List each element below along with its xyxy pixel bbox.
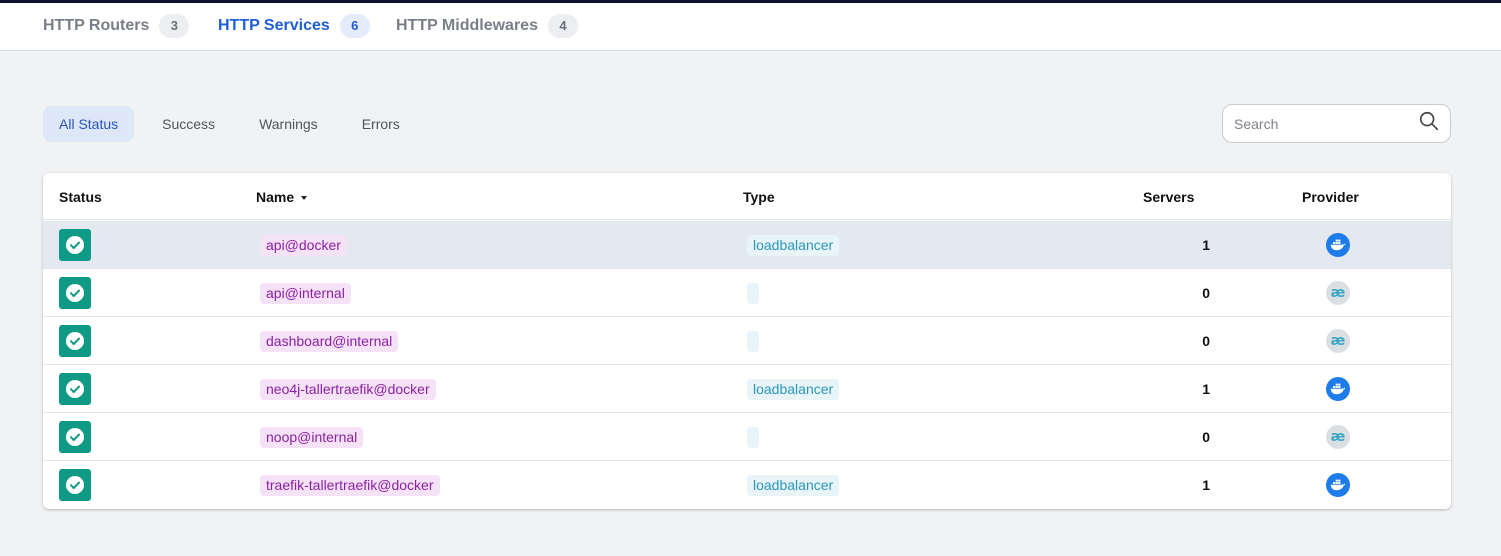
service-name: api@internal <box>260 282 351 304</box>
tab-count-badge: 6 <box>339 13 370 38</box>
table-header: Status Name Type Servers Provider <box>43 173 1451 220</box>
name-cell: api@docker <box>260 221 347 269</box>
type-cell <box>747 413 759 461</box>
internal-provider-icon: æ <box>1326 329 1350 353</box>
services-table: Status Name Type Servers Provider api@do… <box>43 173 1451 509</box>
header-status: Status <box>59 188 102 205</box>
service-type <box>747 426 759 448</box>
type-cell <box>747 269 759 317</box>
service-name: traefik-tallertraefik@docker <box>260 474 440 496</box>
provider-cell <box>1326 365 1350 413</box>
tab-http-services[interactable]: HTTP Services 6 <box>218 3 370 48</box>
table-row[interactable]: api@internal 0 æ <box>43 269 1451 317</box>
servers-count: 1 <box>1202 237 1210 253</box>
success-check-icon <box>59 325 91 357</box>
header-name[interactable]: Name <box>256 173 308 220</box>
table-row[interactable]: dashboard@internal 0 æ <box>43 317 1451 365</box>
docker-icon <box>1326 473 1350 497</box>
filter-errors[interactable]: Errors <box>346 106 416 142</box>
tab-http-routers[interactable]: HTTP Routers 3 <box>43 3 190 48</box>
status-cell <box>59 365 91 413</box>
type-cell: loadbalancer <box>747 461 840 509</box>
status-cell <box>59 317 91 365</box>
header-name-label: Name <box>256 188 295 205</box>
servers-count: 1 <box>1202 477 1210 493</box>
name-cell: api@internal <box>260 269 351 317</box>
service-type: loadbalancer <box>747 234 840 256</box>
success-check-icon <box>59 277 91 309</box>
tab-label: HTTP Services <box>218 16 330 34</box>
sort-desc-icon <box>301 195 308 200</box>
name-cell: noop@internal <box>260 413 364 461</box>
provider-cell <box>1326 461 1350 509</box>
search-icon[interactable] <box>1418 110 1440 137</box>
tab-bar: HTTP Routers 3 HTTP Services 6 HTTP Midd… <box>0 3 1501 51</box>
header-provider: Provider <box>1302 188 1359 205</box>
service-name: dashboard@internal <box>260 330 399 352</box>
table-row[interactable]: neo4j-tallertraefik@docker loadbalancer 1 <box>43 365 1451 413</box>
service-name: api@docker <box>260 234 347 256</box>
status-cell <box>59 413 91 461</box>
search-box <box>1222 104 1451 143</box>
service-type: loadbalancer <box>747 378 840 400</box>
internal-provider-icon: æ <box>1326 425 1350 449</box>
success-check-icon <box>59 469 91 501</box>
provider-cell <box>1326 221 1350 269</box>
filter-success[interactable]: Success <box>146 106 231 142</box>
name-cell: traefik-tallertraefik@docker <box>260 461 440 509</box>
docker-icon <box>1326 233 1350 257</box>
tab-label: HTTP Routers <box>43 16 150 34</box>
service-name: neo4j-tallertraefik@docker <box>260 378 436 400</box>
success-check-icon <box>59 373 91 405</box>
header-servers: Servers <box>1143 188 1195 205</box>
name-cell: neo4j-tallertraefik@docker <box>260 365 436 413</box>
status-cell <box>59 461 91 509</box>
success-check-icon <box>59 421 91 453</box>
service-name: noop@internal <box>260 426 364 448</box>
tab-count-badge: 3 <box>159 13 190 38</box>
table-row[interactable]: api@docker loadbalancer 1 <box>43 221 1451 269</box>
header-type: Type <box>743 188 775 205</box>
type-cell: loadbalancer <box>747 365 840 413</box>
service-type <box>747 282 759 304</box>
service-type: loadbalancer <box>747 474 840 496</box>
servers-count: 1 <box>1202 381 1210 397</box>
table-row[interactable]: noop@internal 0 æ <box>43 413 1451 461</box>
servers-count: 0 <box>1202 333 1210 349</box>
filter-all-status[interactable]: All Status <box>43 106 135 142</box>
provider-cell: æ <box>1326 413 1350 461</box>
type-cell <box>747 317 759 365</box>
status-cell <box>59 269 91 317</box>
servers-count: 0 <box>1202 429 1210 445</box>
type-cell: loadbalancer <box>747 221 840 269</box>
filter-warnings[interactable]: Warnings <box>243 106 334 142</box>
tab-http-middlewares[interactable]: HTTP Middlewares 4 <box>396 3 578 48</box>
success-check-icon <box>59 229 91 261</box>
status-cell <box>59 221 91 269</box>
tab-label: HTTP Middlewares <box>396 16 538 34</box>
name-cell: dashboard@internal <box>260 317 399 365</box>
service-type <box>747 330 759 352</box>
status-filter-group: All Status Success Warnings Errors <box>43 106 428 142</box>
provider-cell: æ <box>1326 317 1350 365</box>
provider-cell: æ <box>1326 269 1350 317</box>
internal-provider-icon: æ <box>1326 281 1350 305</box>
servers-count: 0 <box>1202 285 1210 301</box>
table-row[interactable]: traefik-tallertraefik@docker loadbalancer… <box>43 461 1451 509</box>
tab-count-badge: 4 <box>547 13 578 38</box>
docker-icon <box>1326 377 1350 401</box>
search-input[interactable] <box>1234 115 1418 132</box>
